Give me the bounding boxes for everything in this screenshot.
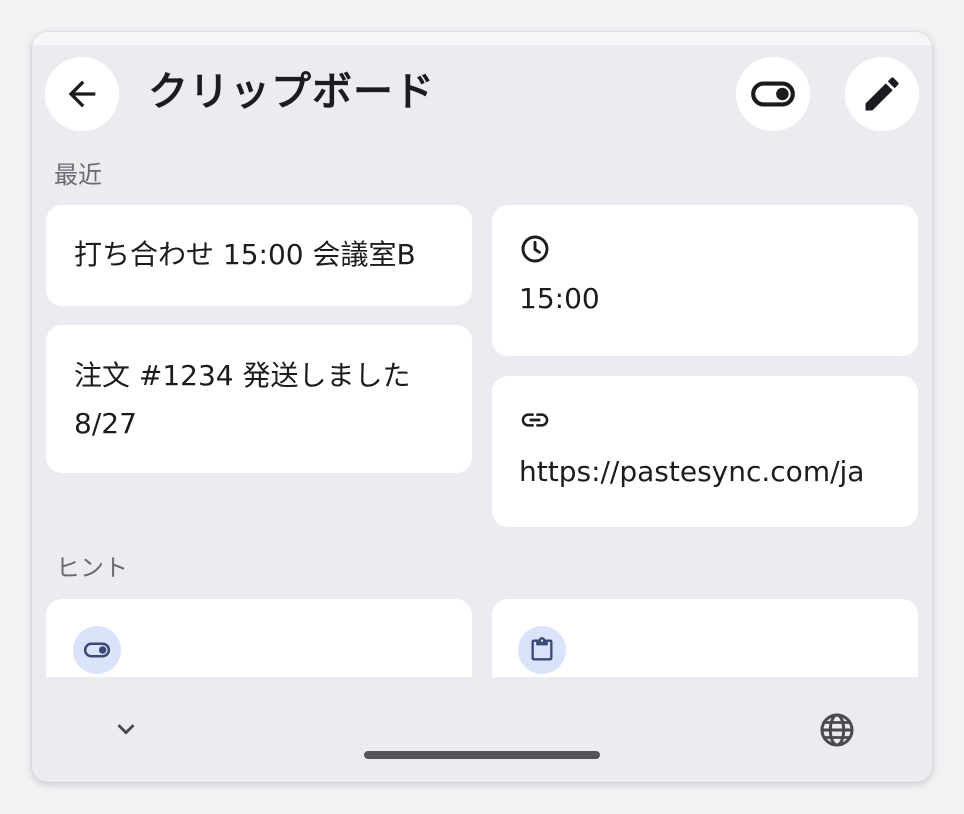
panel-top-edge [32, 32, 932, 45]
clock-icon [521, 235, 549, 263]
back-button[interactable] [45, 57, 119, 131]
toggle-icon [751, 81, 795, 107]
collapse-button[interactable] [106, 709, 146, 749]
page-title: クリップボード [148, 69, 435, 115]
pencil-icon [865, 77, 899, 111]
edit-button[interactable] [845, 57, 919, 131]
globe-icon [820, 713, 854, 747]
hint-icon-badge [73, 626, 121, 674]
bottom-bar [32, 677, 932, 782]
toggle-button[interactable] [736, 57, 810, 131]
recent-section-label: 最近 [54, 161, 102, 189]
clipboard-icon [531, 637, 553, 661]
language-button[interactable] [815, 708, 859, 752]
arrow-back-icon [68, 80, 96, 108]
hint-icon-badge [518, 626, 566, 674]
clip-text: 15:00 [519, 282, 600, 315]
link-icon [521, 413, 549, 427]
clipboard-panel: クリップボード 最近 打ち合わせ 15:00 会議室B 注文 #1234 発送し… [32, 32, 932, 782]
clip-text: 注文 #1234 発送しました 8/27 [74, 359, 411, 440]
clip-item[interactable]: 注文 #1234 発送しました 8/27 [46, 325, 472, 473]
clip-text: 打ち合わせ 15:00 会議室B [74, 238, 416, 271]
clip-item[interactable]: 15:00 [492, 205, 918, 356]
navigation-handle[interactable] [364, 751, 600, 759]
clip-item[interactable]: https://pastesync.com/ja [492, 376, 918, 527]
clip-item[interactable]: 打ち合わせ 15:00 会議室B [46, 205, 472, 306]
hints-section-label: ヒント [56, 554, 128, 582]
chevron-down-icon [117, 724, 135, 735]
toggle-icon [83, 642, 111, 658]
clip-text: https://pastesync.com/ja [519, 455, 865, 488]
